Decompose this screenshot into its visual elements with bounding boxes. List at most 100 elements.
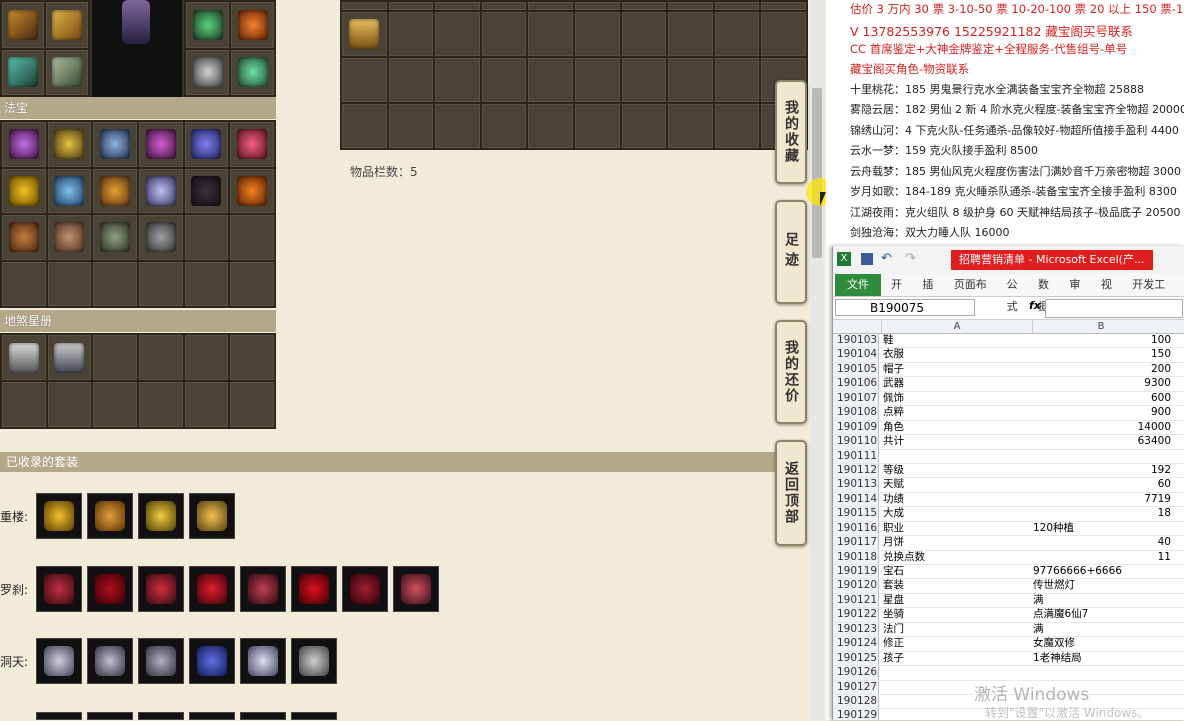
row-number[interactable]: 190117: [833, 536, 879, 550]
row-number[interactable]: 190114: [833, 492, 879, 507]
fabao-slot[interactable]: [2, 168, 46, 213]
name-box[interactable]: B190075: [835, 299, 975, 316]
page-scrollbar[interactable]: [810, 0, 824, 720]
row-number[interactable]: 190115: [833, 507, 879, 521]
row-number[interactable]: 190106: [833, 377, 879, 391]
cell-b[interactable]: 女魔双修: [1033, 637, 1171, 650]
album-slot-empty[interactable]: [184, 382, 229, 427]
equip-slot[interactable]: [46, 2, 88, 48]
inventory-slot[interactable]: [388, 12, 434, 56]
inventory-slot[interactable]: [621, 2, 667, 10]
inventory-slot[interactable]: [714, 104, 760, 148]
fabao-slot-empty[interactable]: [47, 261, 92, 306]
inventory-slot[interactable]: [621, 58, 667, 102]
column-header-a[interactable]: A: [881, 320, 1033, 333]
set-item[interactable]: [36, 638, 82, 684]
equip-slot[interactable]: [231, 49, 274, 95]
cell-b[interactable]: 200: [1033, 363, 1171, 376]
sheet-row[interactable]: 190115 大成 18: [833, 507, 1184, 522]
row-number[interactable]: 190120: [833, 579, 879, 593]
sheet-row[interactable]: 190118 兑换点数 11: [833, 550, 1184, 565]
set-item[interactable]: [393, 566, 439, 612]
inventory-slot[interactable]: [668, 58, 713, 102]
album-slot-empty[interactable]: [47, 382, 92, 427]
equip-slot[interactable]: [231, 2, 274, 48]
cell-b[interactable]: 97766666+6666: [1033, 565, 1171, 578]
set-item[interactable]: [36, 566, 82, 612]
sheet-row[interactable]: 190109 角色 14000: [833, 420, 1184, 436]
cell-b[interactable]: 11: [1033, 551, 1171, 564]
cell-b[interactable]: 7719: [1033, 493, 1171, 506]
inventory-slot[interactable]: [528, 2, 573, 10]
fabao-slot[interactable]: [47, 215, 92, 260]
album-slot[interactable]: [47, 335, 92, 380]
set-item[interactable]: [189, 638, 235, 684]
my-favorites-tab[interactable]: 我的收藏: [775, 80, 807, 184]
equip-slot[interactable]: [2, 49, 44, 95]
fabao-slot[interactable]: [47, 122, 92, 167]
cell-a[interactable]: 等级: [883, 464, 1031, 477]
sheet-row[interactable]: 190105 帽子 200: [833, 362, 1184, 378]
inventory-slot[interactable]: [528, 12, 573, 56]
fabao-slot[interactable]: [2, 122, 46, 167]
undo-icon[interactable]: ↶: [881, 251, 892, 266]
sheet-row[interactable]: 190106 武器 9300: [833, 377, 1184, 392]
fabao-slot-empty[interactable]: [93, 261, 137, 306]
cell-a[interactable]: 职业: [883, 522, 1031, 535]
inventory-slot[interactable]: [388, 2, 434, 10]
inventory-slot[interactable]: [342, 58, 387, 102]
inventory-slot[interactable]: [388, 58, 434, 102]
set-item[interactable]: [87, 638, 133, 684]
inventory-slot[interactable]: [481, 12, 527, 56]
file-tab[interactable]: 文件: [835, 274, 881, 296]
fabao-slot[interactable]: [93, 168, 137, 213]
sheet-row[interactable]: 190117 月饼 40: [833, 536, 1184, 551]
sheet-row[interactable]: 190114 功绩 7719: [833, 492, 1184, 508]
inventory-slot[interactable]: [761, 2, 806, 10]
equip-slot[interactable]: [2, 2, 44, 48]
inventory-slot[interactable]: [388, 104, 434, 148]
fabao-slot-empty[interactable]: [184, 215, 229, 260]
cell-b[interactable]: 9300: [1033, 377, 1171, 390]
cell-a[interactable]: 角色: [883, 421, 1031, 434]
cell-a[interactable]: 宝石: [883, 565, 1031, 578]
row-number[interactable]: 190113: [833, 478, 879, 492]
fabao-slot-empty[interactable]: [230, 261, 274, 306]
cell-a[interactable]: 孩子: [883, 652, 1031, 665]
inventory-slot[interactable]: [574, 12, 620, 56]
sheet-row[interactable]: 190104 衣服 150: [833, 348, 1184, 363]
row-number[interactable]: 190112: [833, 463, 879, 478]
album-slot-empty[interactable]: [230, 335, 274, 380]
fabao-slot[interactable]: [139, 122, 183, 167]
cell-b[interactable]: 满: [1033, 623, 1171, 636]
cell-b[interactable]: 传世燃灯: [1033, 579, 1171, 592]
album-slot-empty[interactable]: [230, 382, 274, 427]
cell-a[interactable]: 大成: [883, 507, 1031, 520]
sheet-row[interactable]: 190121 星盘满: [833, 593, 1184, 609]
row-number[interactable]: 190116: [833, 521, 879, 536]
album-slot-empty[interactable]: [93, 335, 137, 380]
inventory-slot[interactable]: [668, 12, 713, 56]
album-slot-empty[interactable]: [93, 382, 137, 427]
row-number[interactable]: 190109: [833, 420, 879, 435]
cell-b[interactable]: 120种植: [1033, 522, 1171, 535]
cell-a[interactable]: 修正: [883, 637, 1031, 650]
scrollbar-thumb[interactable]: [812, 88, 822, 258]
fabao-slot[interactable]: [184, 168, 229, 213]
fabao-slot[interactable]: [230, 122, 274, 167]
album-slot-empty[interactable]: [2, 382, 46, 427]
cell-b[interactable]: 点满魔6仙7: [1033, 608, 1171, 621]
inventory-slot[interactable]: [342, 12, 387, 56]
cell-b[interactable]: 192: [1033, 464, 1171, 477]
inventory-slot[interactable]: [435, 104, 480, 148]
fabao-slot[interactable]: [93, 215, 137, 260]
cell-a[interactable]: 共计: [883, 435, 1031, 448]
row-number[interactable]: 190107: [833, 391, 879, 406]
inventory-slot[interactable]: [435, 12, 480, 56]
row-number[interactable]: 190128: [833, 694, 879, 709]
row-number[interactable]: 190110: [833, 435, 879, 449]
set-item[interactable]: [87, 493, 133, 539]
cell-b[interactable]: 1老神结局: [1033, 652, 1171, 665]
inventory-slot[interactable]: [574, 58, 620, 102]
cell-a[interactable]: 鞋: [883, 334, 1031, 347]
